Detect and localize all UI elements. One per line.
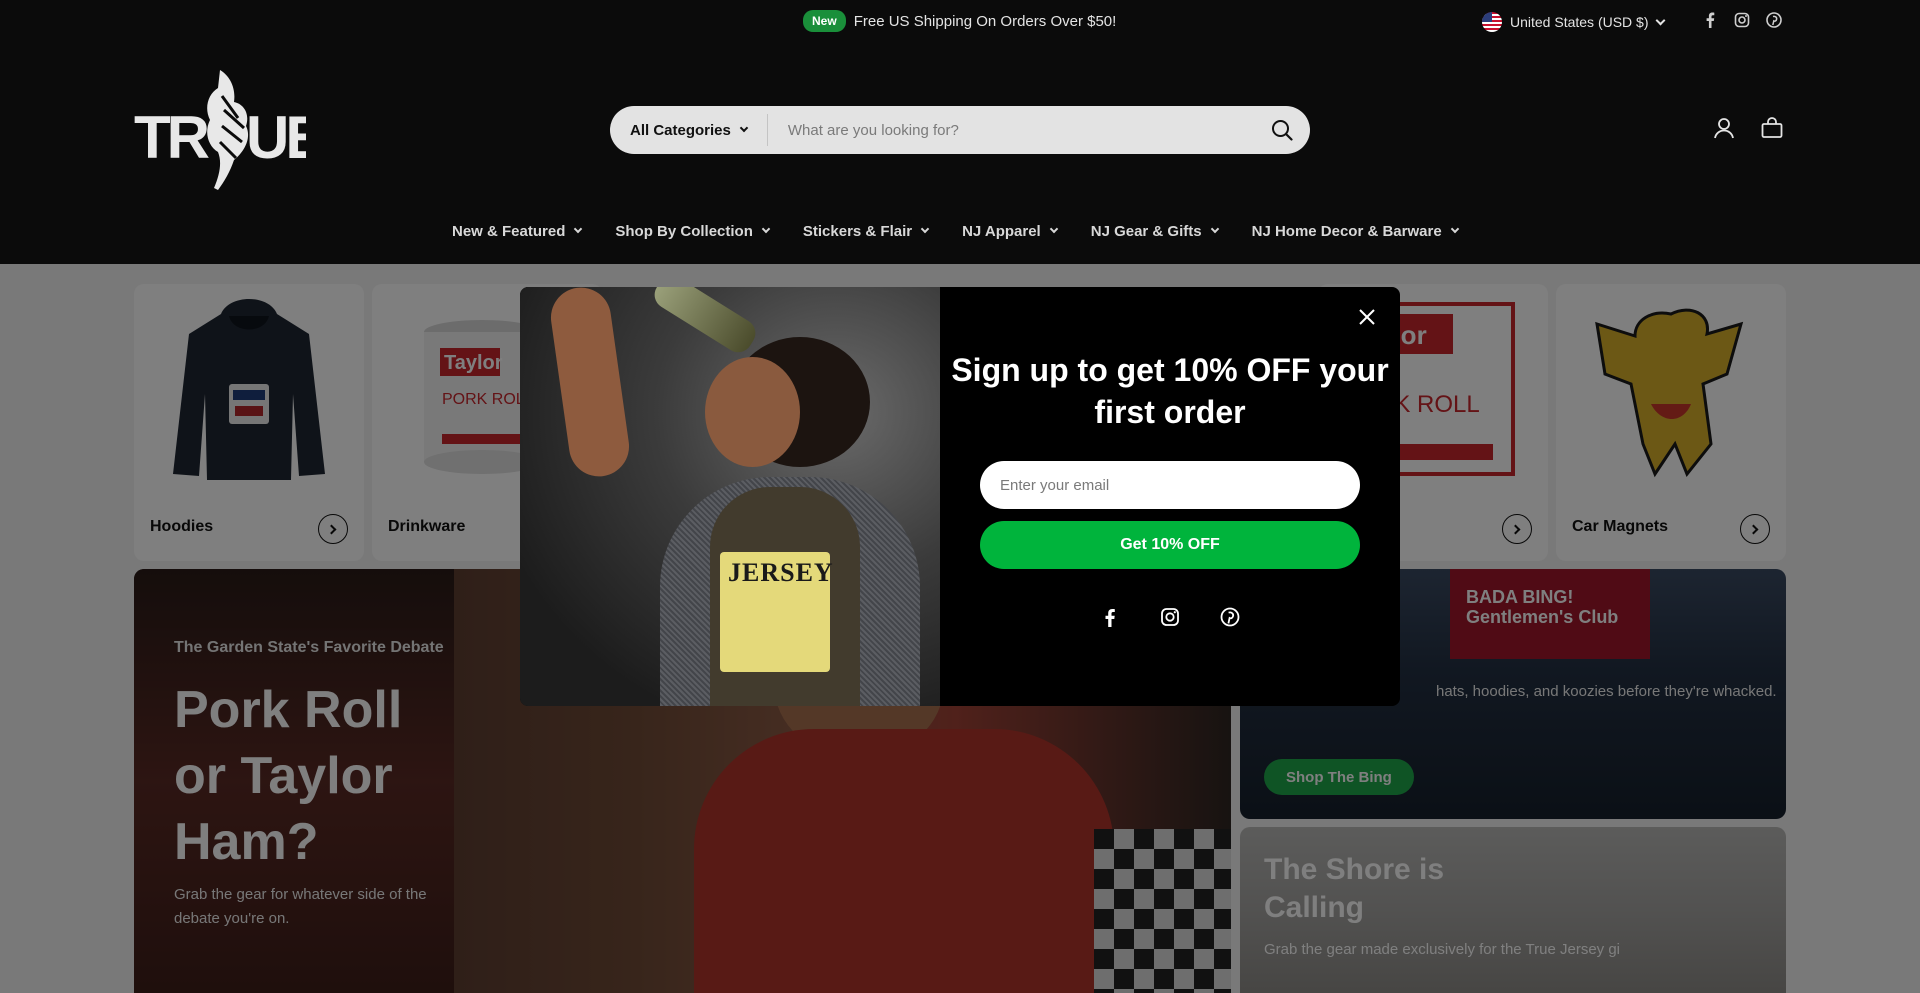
nav-label: Shop By Collection (615, 222, 753, 240)
close-icon[interactable] (1355, 305, 1379, 329)
true-jersey-logo[interactable]: TR UE (134, 66, 327, 192)
svg-text:TR: TR (134, 104, 210, 171)
signup-modal: JERSEY Sign up to get 10% OFF your first… (520, 287, 1400, 706)
nav-label: NJ Home Decor & Barware (1251, 222, 1442, 240)
facebook-icon[interactable] (1100, 607, 1120, 627)
nav-nj-home-decor[interactable]: NJ Home Decor & Barware (1251, 220, 1459, 242)
pinterest-icon[interactable] (1220, 607, 1240, 627)
modal-title: Sign up to get 10% OFF your first order (951, 352, 1389, 430)
model-photo: JERSEY (520, 287, 940, 706)
instagram-icon[interactable] (1160, 607, 1180, 627)
photo-bottle (649, 287, 761, 358)
facebook-icon[interactable] (1702, 12, 1718, 28)
region-selector[interactable]: United States (USD $) (1482, 12, 1665, 32)
email-field[interactable] (980, 461, 1360, 509)
region-label: United States (USD $) (1510, 14, 1649, 30)
nav-shop-by-collection[interactable]: Shop By Collection (615, 220, 771, 242)
nav-label: NJ Gear & Gifts (1090, 222, 1202, 240)
chevron-down-icon (574, 224, 583, 234)
nav-nj-gear-gifts[interactable]: NJ Gear & Gifts (1090, 220, 1219, 242)
pinterest-icon[interactable] (1766, 12, 1782, 28)
category-dropdown[interactable]: All Categories (610, 114, 768, 146)
chevron-down-icon (761, 224, 771, 234)
chevron-down-icon (920, 224, 930, 234)
nav-label: New & Featured (452, 222, 566, 240)
chevron-down-icon (1210, 224, 1219, 234)
main-nav: New & Featured Shop By Collection Sticke… (452, 220, 1492, 242)
nav-stickers-flair[interactable]: Stickers & Flair (802, 220, 930, 242)
new-badge: New (803, 10, 846, 32)
search-input[interactable] (767, 121, 1254, 139)
nav-label: NJ Apparel (962, 222, 1041, 240)
get-discount-button[interactable]: Get 10% OFF (980, 521, 1360, 569)
photo-arm (547, 287, 633, 481)
cart-icon[interactable] (1760, 116, 1784, 140)
nav-new-featured[interactable]: New & Featured (452, 220, 583, 242)
nav-nj-apparel[interactable]: NJ Apparel (962, 220, 1058, 242)
chevron-down-icon (1450, 224, 1459, 234)
chevron-down-icon (739, 123, 749, 133)
search-icon[interactable] (1254, 106, 1310, 154)
modal-social-links (1100, 607, 1240, 627)
announcement: New Free US Shipping On Orders Over $50! (803, 10, 1116, 32)
category-dropdown-label: All Categories (630, 121, 731, 139)
photo-face (705, 357, 800, 467)
announcement-text: Free US Shipping On Orders Over $50! (853, 12, 1117, 30)
social-links-top (1702, 12, 1782, 28)
photo-shirt-text: JERSEY (728, 558, 834, 587)
us-flag-icon (1482, 12, 1502, 32)
chevron-down-icon (1049, 224, 1058, 234)
search-bar: All Categories (610, 106, 1310, 154)
instagram-icon[interactable] (1734, 12, 1750, 28)
svg-text:UE: UE (246, 104, 306, 171)
chevron-down-icon (1655, 15, 1665, 25)
nav-label: Stickers & Flair (802, 222, 913, 240)
account-icon[interactable] (1712, 116, 1736, 140)
photo-shirt-print: JERSEY (720, 552, 833, 672)
header-actions (1712, 116, 1784, 140)
announcement-bar: New Free US Shipping On Orders Over $50!… (0, 0, 1920, 44)
